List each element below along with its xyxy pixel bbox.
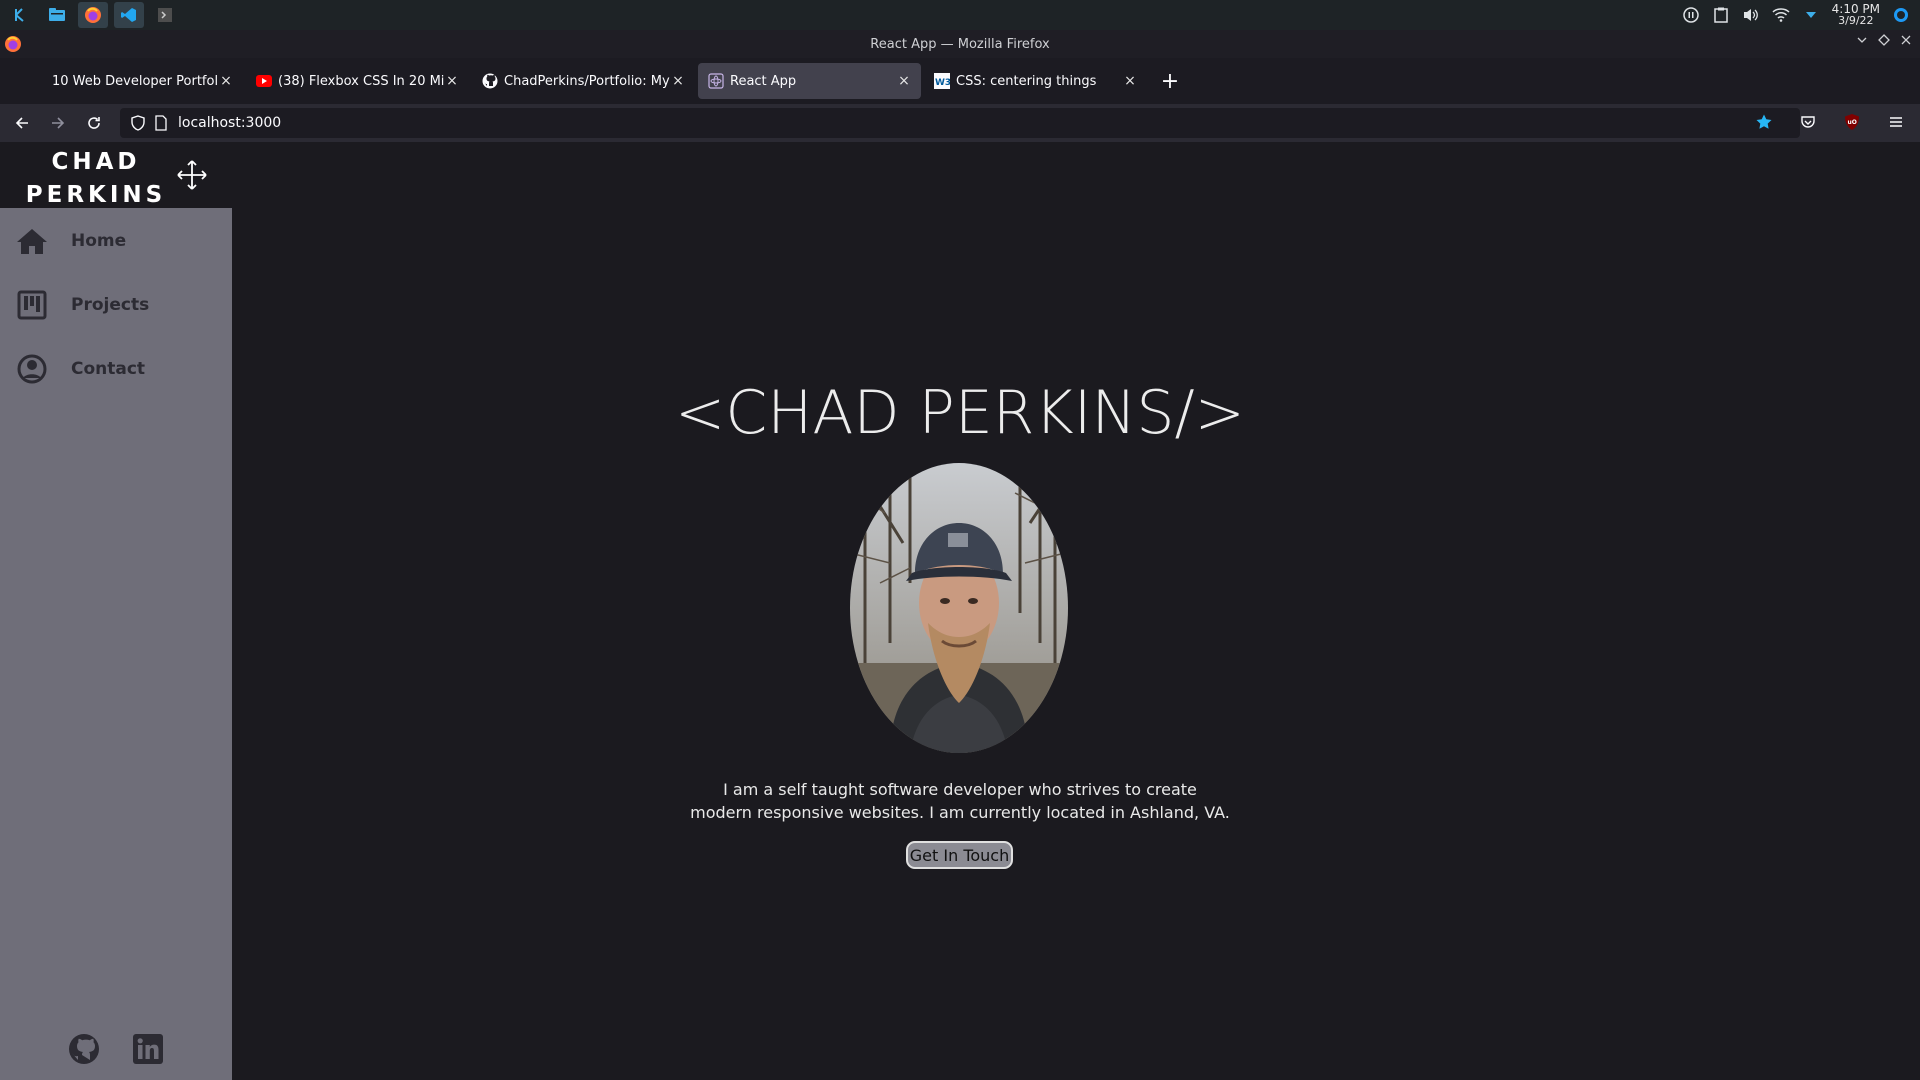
close-window-icon[interactable] bbox=[1900, 34, 1912, 50]
firefox-icon bbox=[85, 7, 101, 23]
blank-icon bbox=[30, 73, 46, 89]
terminal-icon bbox=[158, 8, 172, 22]
reload-icon bbox=[88, 117, 100, 129]
w3c-icon: W3 bbox=[934, 73, 950, 89]
tab-label: CSS: centering things bbox=[956, 73, 1097, 89]
terminal-taskbar-button[interactable] bbox=[150, 2, 180, 28]
minimize-icon[interactable] bbox=[1856, 34, 1868, 50]
forward-arrow-icon bbox=[52, 117, 65, 129]
system-clock[interactable]: 4:10 PM 3/9/22 bbox=[1832, 3, 1880, 27]
main-content: <CHAD PERKINS/> I am a self taught softw… bbox=[232, 142, 1920, 1080]
hero-title: <CHAD PERKINS/> bbox=[675, 378, 1245, 448]
sidebar-item-home[interactable]: Home bbox=[0, 219, 232, 263]
tab-label: React App bbox=[730, 73, 797, 89]
tab-w3c-centering[interactable]: W3 CSS: centering things × bbox=[924, 63, 1147, 99]
tray-expand-icon[interactable] bbox=[1802, 6, 1820, 24]
tab-close-icon[interactable]: × bbox=[671, 73, 685, 89]
get-in-touch-button[interactable]: Get In Touch bbox=[906, 841, 1013, 869]
tab-close-icon[interactable]: × bbox=[445, 73, 459, 89]
github-icon bbox=[69, 1034, 99, 1064]
tab-react-app[interactable]: React App × bbox=[698, 63, 921, 99]
tab-github-portfolio[interactable]: ChadPerkins/Portfolio: My × bbox=[472, 63, 695, 99]
reload-button[interactable] bbox=[80, 109, 108, 137]
hamburger-menu-icon[interactable] bbox=[1882, 108, 1910, 136]
bio-text: I am a self taught software developer wh… bbox=[690, 780, 1230, 822]
move-arrows-icon[interactable] bbox=[175, 158, 209, 192]
contact-icon bbox=[15, 352, 49, 386]
svg-text:uO: uO bbox=[1848, 119, 1857, 126]
site-brand[interactable]: CHAD PERKINS bbox=[24, 146, 168, 212]
github-link[interactable] bbox=[67, 1032, 101, 1066]
url-text: localhost:3000 bbox=[178, 115, 282, 131]
profile-photo bbox=[850, 463, 1068, 753]
bookmark-star-icon[interactable] bbox=[1750, 108, 1778, 136]
system-taskbar: 4:10 PM 3/9/22 bbox=[0, 0, 1920, 30]
forward-button[interactable] bbox=[44, 109, 72, 137]
file-manager-button[interactable] bbox=[42, 2, 72, 28]
react-icon bbox=[708, 73, 724, 89]
back-arrow-icon bbox=[15, 117, 28, 129]
linkedin-icon bbox=[133, 1034, 163, 1064]
projects-icon bbox=[15, 288, 49, 322]
sidebar-item-projects[interactable]: Projects bbox=[0, 283, 232, 327]
volume-icon[interactable] bbox=[1742, 6, 1760, 24]
page-info-icon[interactable] bbox=[154, 115, 172, 131]
clipboard-icon[interactable] bbox=[1712, 6, 1730, 24]
tab-close-icon[interactable]: × bbox=[1123, 73, 1137, 89]
svg-text:W3: W3 bbox=[935, 78, 950, 88]
window-title: React App — Mozilla Firefox bbox=[870, 36, 1050, 52]
sidebar-item-label: Home bbox=[71, 231, 127, 251]
github-icon bbox=[482, 73, 498, 89]
toolbar-actions: uO bbox=[1742, 108, 1910, 136]
address-bar[interactable]: localhost:3000 bbox=[120, 108, 1800, 138]
youtube-icon bbox=[256, 73, 272, 89]
sidebar-item-label: Projects bbox=[71, 295, 150, 315]
tab-youtube-flexbox[interactable]: (38) Flexbox CSS In 20 Minu × bbox=[246, 63, 469, 99]
maximize-icon[interactable] bbox=[1878, 34, 1890, 50]
new-tab-button[interactable]: + bbox=[1156, 67, 1184, 95]
kde-menu-icon bbox=[15, 8, 24, 22]
window-controls bbox=[1856, 34, 1912, 50]
vscode-icon bbox=[121, 8, 136, 22]
brand-line-2: PERKINS bbox=[25, 182, 167, 208]
tab-portfolio-article[interactable]: 10 Web Developer Portfolio × bbox=[20, 63, 243, 99]
sidebar-item-contact[interactable]: Contact bbox=[0, 347, 232, 391]
web-page: CHAD PERKINS Home Projects Contact <CHAD… bbox=[0, 142, 1920, 1080]
brand-area: CHAD PERKINS bbox=[0, 142, 232, 208]
tab-label: ChadPerkins/Portfolio: My bbox=[504, 73, 670, 89]
linkedin-link[interactable] bbox=[131, 1032, 165, 1066]
wifi-icon[interactable] bbox=[1772, 6, 1790, 24]
clock-date: 3/9/22 bbox=[1838, 14, 1874, 27]
vscode-taskbar-button[interactable] bbox=[114, 2, 144, 28]
tab-close-icon[interactable]: × bbox=[219, 73, 233, 89]
pocket-icon[interactable] bbox=[1794, 108, 1822, 136]
browser-tabstrip: 10 Web Developer Portfolio × (38) Flexbo… bbox=[0, 58, 1920, 104]
tab-close-icon[interactable]: × bbox=[897, 73, 911, 89]
kde-menu-button[interactable] bbox=[6, 2, 36, 28]
tab-label: 10 Web Developer Portfolio bbox=[52, 73, 219, 89]
user-status-icon[interactable] bbox=[1892, 6, 1910, 24]
window-titlebar[interactable]: React App — Mozilla Firefox bbox=[0, 30, 1920, 58]
system-tray: 4:10 PM 3/9/22 bbox=[1682, 0, 1920, 30]
tab-label: (38) Flexbox CSS In 20 Minu bbox=[278, 73, 445, 89]
firefox-window-icon bbox=[4, 35, 22, 57]
ublock-origin-icon[interactable]: uO bbox=[1838, 108, 1866, 136]
firefox-taskbar-button[interactable] bbox=[78, 2, 108, 28]
shield-icon[interactable] bbox=[130, 115, 148, 131]
file-manager-icon bbox=[49, 8, 65, 21]
portfolio-sidebar: CHAD PERKINS Home Projects Contact bbox=[0, 142, 232, 1080]
back-button[interactable] bbox=[8, 109, 36, 137]
media-pause-icon[interactable] bbox=[1682, 6, 1700, 24]
navigation-toolbar: localhost:3000 uO bbox=[0, 104, 1920, 142]
home-icon bbox=[15, 224, 49, 258]
sidebar-item-label: Contact bbox=[71, 359, 146, 379]
brand-line-1: CHAD bbox=[51, 149, 141, 175]
